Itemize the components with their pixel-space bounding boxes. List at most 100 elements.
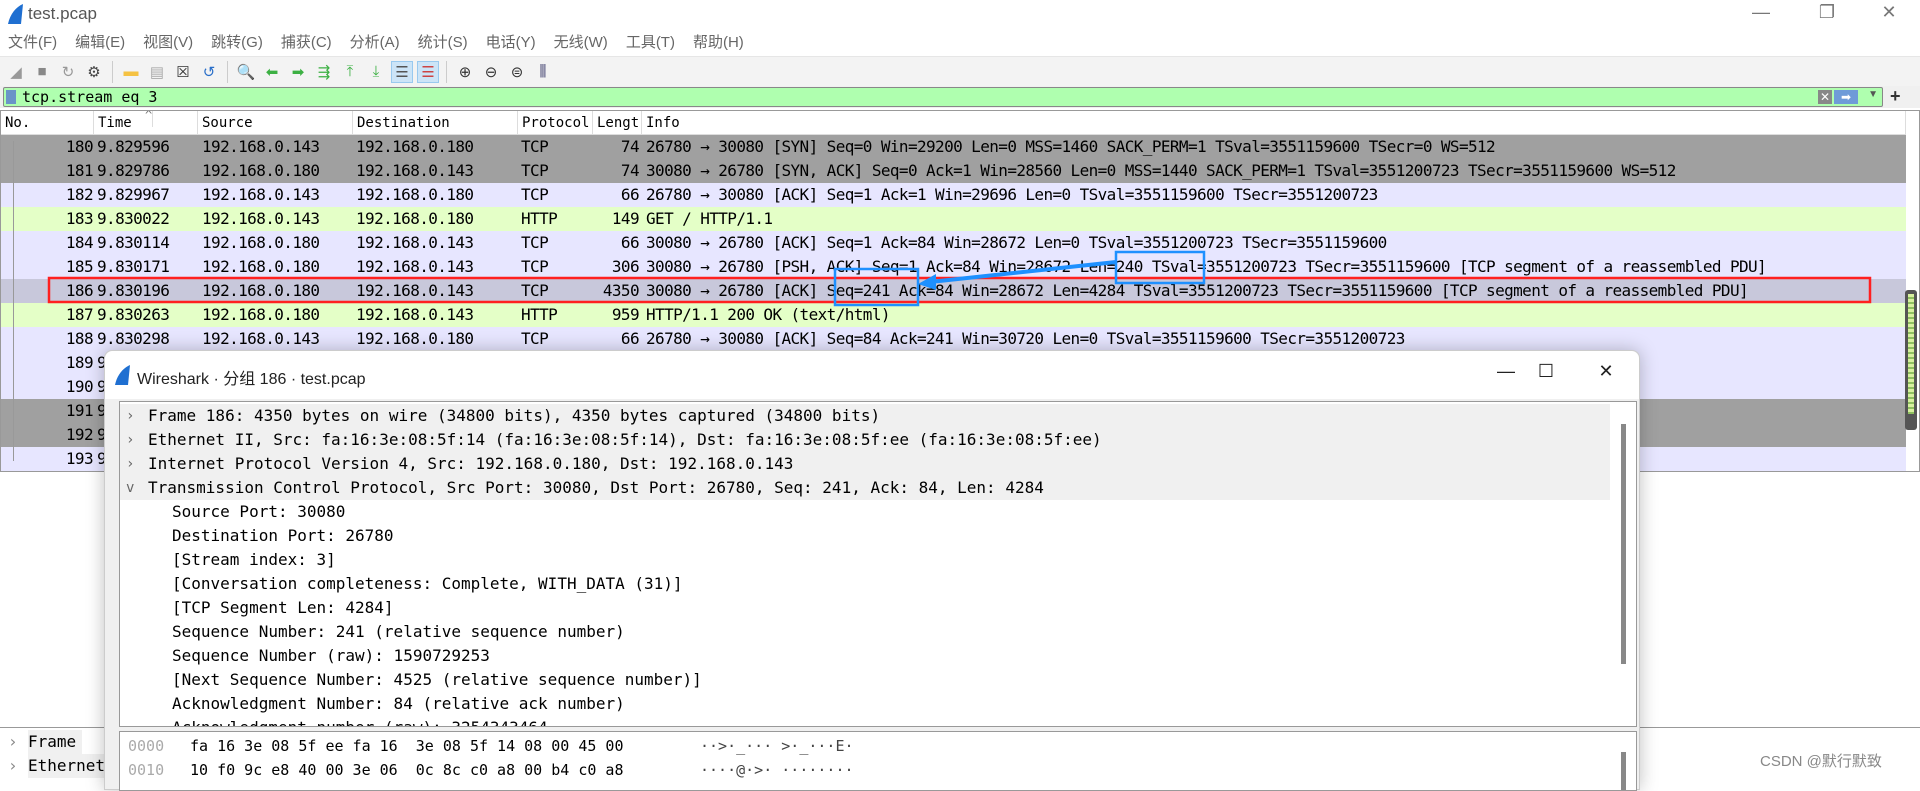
menu-item[interactable]: 工具(T) bbox=[626, 30, 675, 56]
start-capture-icon[interactable]: ◢ bbox=[5, 61, 27, 83]
packet-src: 192.168.0.180 bbox=[202, 281, 320, 300]
menu-item[interactable]: 捕获(C) bbox=[281, 30, 332, 56]
find-packet-icon[interactable]: 🔍 bbox=[235, 61, 257, 83]
restart-capture-icon[interactable]: ↻ bbox=[57, 61, 79, 83]
column-header-no[interactable]: No. bbox=[1, 111, 94, 135]
menu-item[interactable]: 跳转(G) bbox=[211, 30, 263, 56]
stop-capture-icon[interactable]: ■ bbox=[31, 61, 53, 83]
packet-src: 192.168.0.143 bbox=[202, 329, 320, 348]
menu-item[interactable]: 帮助(H) bbox=[693, 30, 744, 56]
tree-item[interactable]: Acknowledgment Number: 84 (relative ack … bbox=[120, 692, 1610, 716]
zoom-out-icon[interactable]: ⊖ bbox=[480, 61, 502, 83]
column-header-destination[interactable]: Destination bbox=[353, 111, 518, 135]
tree-item[interactable]: [Conversation completeness: Complete, WI… bbox=[120, 572, 1610, 596]
tree-item-text: Transmission Control Protocol, Src Port:… bbox=[148, 478, 1044, 497]
packet-no: 184 bbox=[65, 233, 94, 252]
maximize-button[interactable]: ❐ bbox=[1804, 2, 1850, 28]
tree-item[interactable]: › Frame 186: 4350 bytes on wire (34800 bi… bbox=[120, 404, 1610, 428]
close-button[interactable]: ✕ bbox=[1866, 2, 1912, 28]
bytes-scrollbar[interactable] bbox=[1621, 752, 1626, 790]
menu-item[interactable]: 分析(A) bbox=[350, 30, 400, 56]
packet-src: 192.168.0.143 bbox=[202, 209, 320, 228]
window-title: test.pcap bbox=[28, 4, 97, 23]
auto-scroll-icon[interactable]: ☰ bbox=[391, 60, 413, 83]
clear-filter-icon[interactable]: ✕ bbox=[1818, 90, 1832, 104]
colorize-icon[interactable]: ☰ bbox=[417, 60, 439, 83]
tree-item[interactable]: Acknowledgment number (raw): 3254343464 bbox=[120, 716, 1610, 726]
toolbar-separator bbox=[112, 60, 113, 83]
chevron-right-icon[interactable]: › bbox=[126, 428, 134, 452]
chevron-down-icon[interactable]: ▼ bbox=[1868, 89, 1878, 100]
packet-row[interactable]: 181 9.829786 192.168.0.180 192.168.0.143 TCP… bbox=[1, 159, 1906, 183]
first-packet-icon[interactable]: ⤒ bbox=[339, 61, 361, 83]
dialog-close-button[interactable]: ✕ bbox=[1583, 361, 1629, 387]
resize-columns-icon[interactable]: ⫼ bbox=[532, 61, 554, 83]
tree-item[interactable]: [TCP Segment Len: 4284] bbox=[120, 596, 1610, 620]
tree-scrollbar[interactable] bbox=[1621, 424, 1626, 664]
go-back-icon[interactable]: ⬅ bbox=[261, 61, 283, 83]
capture-options-icon[interactable]: ⚙ bbox=[83, 61, 105, 83]
tree-item[interactable]: › Internet Protocol Version 4, Src: 192.1… bbox=[120, 452, 1610, 476]
packet-row[interactable]: 186 9.830196 192.168.0.180 192.168.0.143 TCP… bbox=[1, 279, 1906, 303]
packet-row[interactable]: 184 9.830114 192.168.0.180 192.168.0.143 TCP… bbox=[1, 231, 1906, 255]
menu-item[interactable]: 编辑(E) bbox=[75, 30, 125, 56]
tree-item-text: Acknowledgment number (raw): 3254343464 bbox=[172, 716, 548, 726]
toolbar-separator bbox=[227, 60, 228, 83]
tree-item[interactable]: › Ethernet II, Src: fa:16:3e:08:5f:14 (fa… bbox=[120, 428, 1610, 452]
display-filter-input[interactable] bbox=[22, 88, 1822, 106]
packet-row[interactable]: 185 9.830171 192.168.0.180 192.168.0.143 TCP… bbox=[1, 255, 1906, 279]
menu-item[interactable]: 视图(V) bbox=[143, 30, 193, 56]
reload-file-icon[interactable]: ↺ bbox=[198, 61, 220, 83]
minimize-button[interactable]: — bbox=[1738, 2, 1784, 28]
tree-item[interactable]: Source Port: 30080 bbox=[120, 500, 1610, 524]
packet-info: HTTP/1.1 200 OK (text/html) bbox=[646, 305, 890, 324]
packet-no: 192 bbox=[65, 425, 94, 444]
column-header-lengt[interactable]: Lengt bbox=[593, 111, 642, 135]
apply-filter-icon[interactable]: ➡ bbox=[1834, 90, 1858, 104]
menu-item[interactable]: 统计(S) bbox=[418, 30, 468, 56]
tree-item[interactable]: Sequence Number: 241 (relative sequence … bbox=[120, 620, 1610, 644]
packet-row[interactable]: 187 9.830263 192.168.0.180 192.168.0.143 HTT… bbox=[1, 303, 1906, 327]
tree-item[interactable]: v Transmission Control Protocol, Src Port… bbox=[120, 476, 1610, 500]
chevron-down-icon[interactable]: v bbox=[126, 476, 134, 500]
column-header-source[interactable]: Source bbox=[198, 111, 353, 135]
tree-item[interactable]: [Stream index: 3] bbox=[120, 548, 1610, 572]
menu-item[interactable]: 无线(W) bbox=[554, 30, 608, 56]
go-forward-icon[interactable]: ➡ bbox=[287, 61, 309, 83]
packet-src: 192.168.0.180 bbox=[202, 161, 320, 180]
add-filter-button-icon[interactable]: + bbox=[1890, 86, 1901, 107]
packet-no: 188 bbox=[65, 329, 94, 348]
zoom-normal-icon[interactable]: ⊜ bbox=[506, 61, 528, 83]
chevron-right-icon[interactable]: › bbox=[126, 404, 134, 428]
packet-dst: 192.168.0.143 bbox=[356, 161, 474, 180]
bookmark-icon[interactable] bbox=[6, 90, 16, 104]
go-to-packet-icon[interactable]: ⇶ bbox=[313, 61, 335, 83]
last-packet-icon[interactable]: ⤓ bbox=[365, 61, 387, 83]
packet-proto: TCP bbox=[521, 137, 549, 156]
save-file-icon[interactable]: ▤ bbox=[146, 61, 168, 83]
column-header-protocol[interactable]: Protocol bbox=[518, 111, 593, 135]
dialog-maximize-button[interactable]: ☐ bbox=[1523, 361, 1569, 387]
conversation-line bbox=[13, 141, 14, 461]
menu-item[interactable]: 文件(F) bbox=[8, 30, 57, 56]
packet-time: 9.830022 bbox=[97, 209, 170, 228]
tree-item[interactable]: Sequence Number (raw): 1590729253 bbox=[120, 644, 1610, 668]
chevron-right-icon[interactable]: › bbox=[8, 754, 18, 778]
packet-row[interactable]: 182 9.829967 192.168.0.143 192.168.0.180 TCP… bbox=[1, 183, 1906, 207]
packet-src: 192.168.0.143 bbox=[202, 185, 320, 204]
close-file-icon[interactable]: ☒ bbox=[172, 61, 194, 83]
menu-item[interactable]: 电话(Y) bbox=[486, 30, 536, 56]
zoom-in-icon[interactable]: ⊕ bbox=[454, 61, 476, 83]
packet-list-minimap-scrollbar[interactable] bbox=[1905, 290, 1917, 430]
packet-row[interactable]: 188 9.830298 192.168.0.143 192.168.0.180 TCP… bbox=[1, 327, 1906, 351]
tree-item[interactable]: Destination Port: 26780 bbox=[120, 524, 1610, 548]
open-file-icon[interactable]: ▬ bbox=[120, 61, 142, 83]
tree-item[interactable]: [Next Sequence Number: 4525 (relative se… bbox=[120, 668, 1610, 692]
column-header-info[interactable]: Info bbox=[642, 111, 1906, 135]
packet-no: 193 bbox=[65, 449, 94, 468]
packet-row[interactable]: 180 9.829596 192.168.0.143 192.168.0.180 TCP… bbox=[1, 135, 1906, 159]
chevron-right-icon[interactable]: › bbox=[126, 452, 134, 476]
chevron-right-icon[interactable]: › bbox=[8, 730, 18, 754]
packet-time: 9.829786 bbox=[97, 161, 170, 180]
packet-row[interactable]: 183 9.830022 192.168.0.143 192.168.0.180 HTT… bbox=[1, 207, 1906, 231]
